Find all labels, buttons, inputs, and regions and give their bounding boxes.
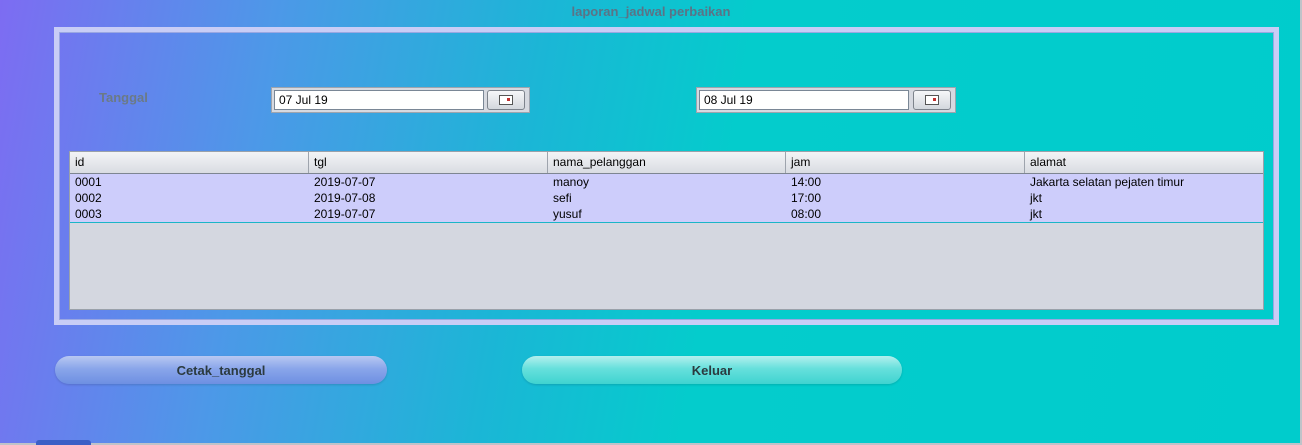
- table-cell: yusuf: [553, 207, 582, 221]
- calendar-icon: [499, 95, 513, 105]
- table-cell: sefi: [553, 191, 572, 205]
- date-label: Tanggal: [99, 90, 148, 105]
- calendar-icon: [925, 95, 939, 105]
- table-cell: Jakarta selatan pejaten timur: [1030, 175, 1185, 189]
- column-header-alamat[interactable]: alamat: [1025, 152, 1263, 173]
- column-header-id[interactable]: id: [70, 152, 309, 173]
- table-cell: jkt: [1030, 207, 1042, 221]
- table-cell: 0003: [75, 207, 102, 221]
- column-header-jam[interactable]: jam: [786, 152, 1025, 173]
- date-to-calendar-button[interactable]: [913, 90, 951, 110]
- column-header-tgl[interactable]: tgl: [309, 152, 548, 173]
- column-header-nama-pelanggan[interactable]: nama_pelanggan: [548, 152, 786, 173]
- print-by-date-button[interactable]: Cetak_tanggal: [55, 356, 387, 384]
- table-cell: 2019-07-08: [314, 191, 376, 205]
- schedule-table[interactable]: id tgl nama_pelanggan jam alamat 0001 20…: [69, 151, 1264, 310]
- table-cell: 08:00: [791, 207, 822, 221]
- date-to-chooser: [696, 87, 956, 113]
- table-cell: 0001: [75, 175, 102, 189]
- date-from-calendar-button[interactable]: [487, 90, 525, 110]
- table-cell: 2019-07-07: [314, 175, 376, 189]
- exit-button[interactable]: Keluar: [522, 356, 902, 384]
- taskbar-fragment: [36, 440, 91, 445]
- table-cell: 17:00: [791, 191, 822, 205]
- date-from-field[interactable]: [274, 90, 484, 110]
- table-row[interactable]: 0003 2019-07-07 yusuf 08:00 jkt: [70, 206, 1263, 222]
- date-to-field[interactable]: [699, 90, 909, 110]
- window-title: laporan_jadwal perbaikan: [571, 4, 731, 19]
- table-cell: manoy: [553, 175, 590, 189]
- table-cell: jkt: [1030, 191, 1042, 205]
- table-body: 0001 2019-07-07 manoy 14:00 Jakarta sela…: [70, 174, 1263, 223]
- date-from-chooser: [271, 87, 530, 113]
- table-row[interactable]: 0001 2019-07-07 manoy 14:00 Jakarta sela…: [70, 174, 1263, 190]
- table-header: id tgl nama_pelanggan jam alamat: [70, 152, 1263, 174]
- table-cell: 2019-07-07: [314, 207, 376, 221]
- table-cell: 0002: [75, 191, 102, 205]
- table-row[interactable]: 0002 2019-07-08 sefi 17:00 jkt: [70, 190, 1263, 206]
- table-cell: 14:00: [791, 175, 822, 189]
